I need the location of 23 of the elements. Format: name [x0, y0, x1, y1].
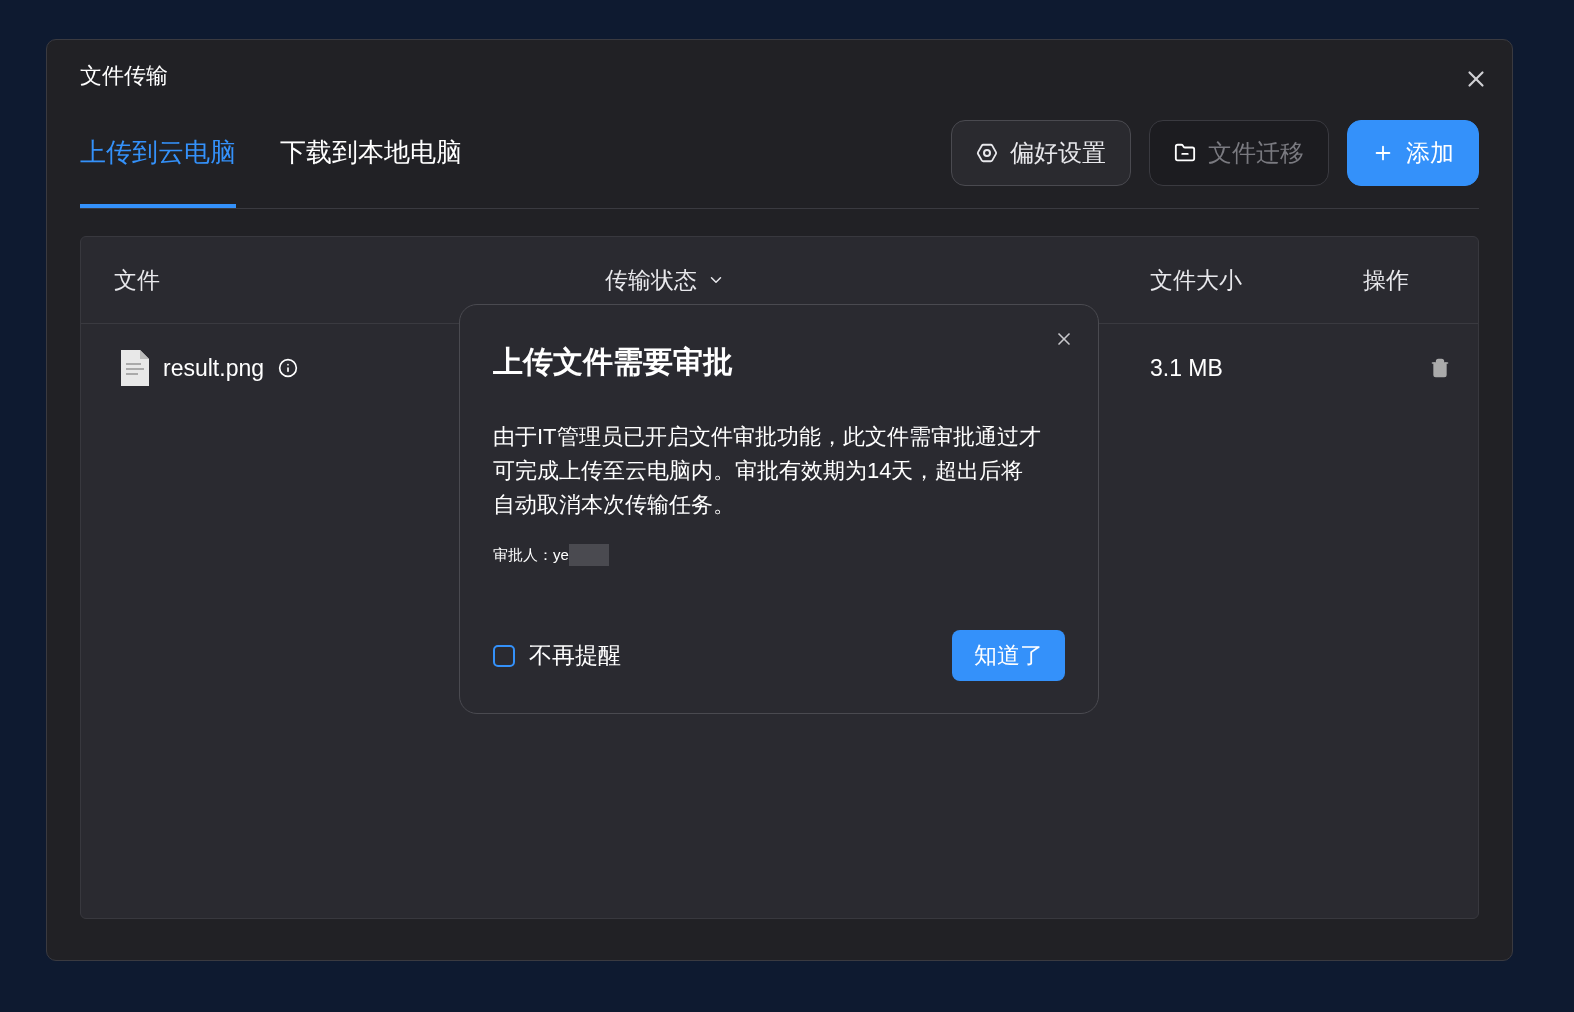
checkbox-label: 不再提醒 [529, 641, 621, 671]
approver-label: 审批人：ye [493, 545, 569, 565]
file-name: result.png [163, 353, 264, 383]
column-header: 操作 [1363, 265, 1409, 295]
info-icon[interactable] [278, 358, 298, 378]
tab[interactable]: 下载到本地电脑 [280, 133, 462, 208]
redaction-block [568, 544, 609, 567]
dialog-message: 由于IT管理员已开启文件审批功能，此文件需审批通过才可完成上传至云电脑内。审批有效期为14天，超出后将自动取消本次传输任务。 [493, 423, 1042, 519]
trash-icon[interactable] [1430, 358, 1450, 378]
add-button[interactable]: 添加 [1347, 120, 1479, 186]
dialog-title: 上传文件需要审批 [493, 344, 734, 380]
file-size: 3.1 MB [1150, 353, 1224, 383]
column-header: 文件 [114, 265, 161, 295]
tab[interactable]: 上传到云电脑 [80, 133, 236, 208]
column-header: 文件大小 [1150, 265, 1243, 295]
column-header[interactable]: 传输状态 [605, 262, 1150, 298]
settings-icon [976, 142, 998, 164]
confirm-button[interactable]: 知道了 [952, 630, 1065, 681]
document-icon [121, 350, 149, 386]
folder-icon [1174, 142, 1196, 164]
window-title: 文件传输 [80, 61, 168, 90]
settings-button[interactable]: 偏好设置 [951, 120, 1131, 186]
checkbox[interactable] [493, 644, 515, 667]
